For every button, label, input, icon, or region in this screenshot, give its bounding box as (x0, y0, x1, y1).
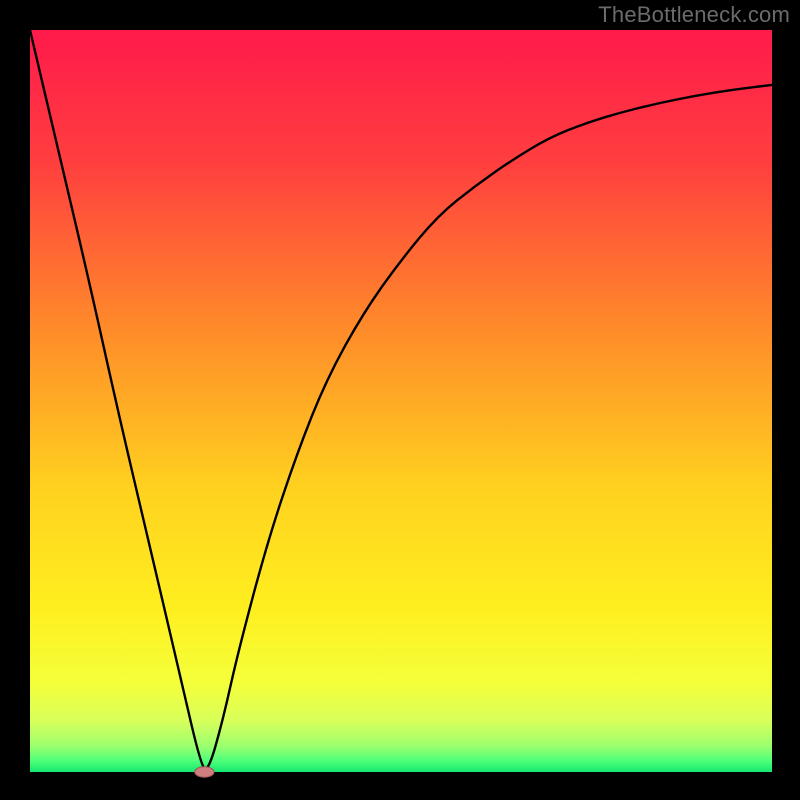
watermark-text: TheBottleneck.com (598, 2, 790, 28)
bottleneck-chart (0, 0, 800, 800)
optimal-point-marker (195, 767, 214, 777)
gradient-background (30, 30, 772, 772)
chart-frame: TheBottleneck.com (0, 0, 800, 800)
